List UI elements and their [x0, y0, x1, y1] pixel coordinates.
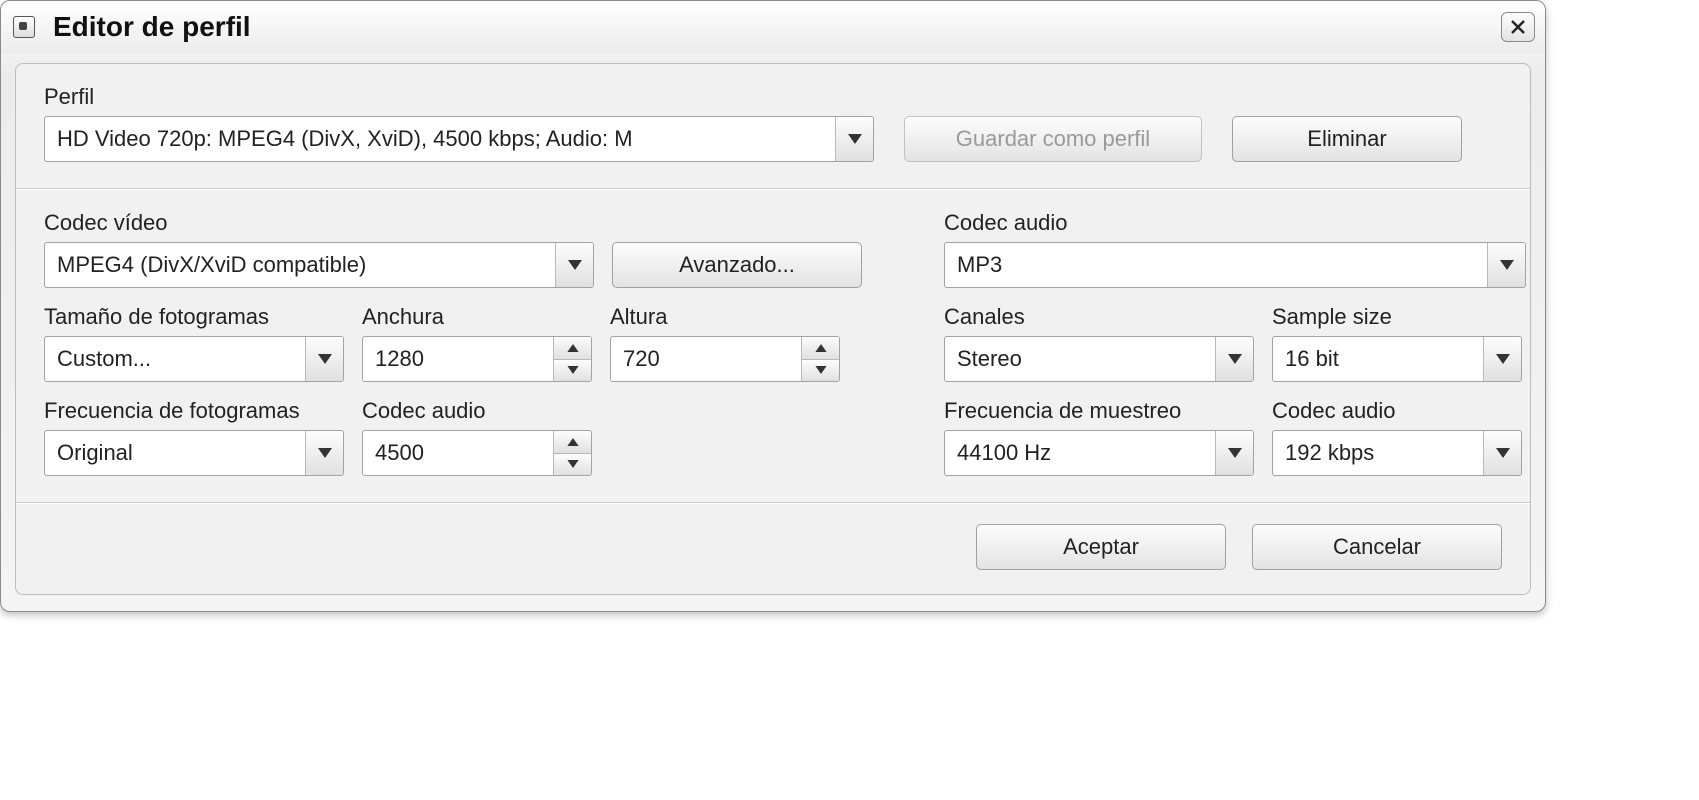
frame-size-dropdown-button[interactable] — [305, 337, 343, 381]
channels-value: Stereo — [945, 337, 1215, 381]
chevron-down-icon — [1500, 260, 1514, 270]
advanced-button[interactable]: Avanzado... — [612, 242, 862, 288]
delete-profile-button[interactable]: Eliminar — [1232, 116, 1462, 162]
video-codec-dropdown-button[interactable] — [555, 243, 593, 287]
height-label: Altura — [610, 304, 840, 330]
height-up-button[interactable] — [802, 337, 839, 359]
frame-size-label: Tamaño de fotogramas — [44, 304, 344, 330]
frame-rate-dropdown-button[interactable] — [305, 431, 343, 475]
chevron-down-icon — [1496, 448, 1510, 458]
save-as-profile-button[interactable]: Guardar como perfil — [904, 116, 1202, 162]
chevron-down-icon — [318, 354, 332, 364]
triangle-up-icon — [567, 438, 579, 446]
channels-dropdown[interactable]: Stereo — [944, 336, 1254, 382]
audio-bitrate-value: 192 kbps — [1273, 431, 1483, 475]
codec-section: Codec vídeo MPEG4 (DivX/XviD compatible)… — [16, 190, 1530, 502]
height-down-button[interactable] — [802, 359, 839, 382]
profile-dropdown-value: HD Video 720p: MPEG4 (DivX, XviD), 4500 … — [45, 117, 835, 161]
triangle-down-icon — [567, 366, 579, 374]
triangle-up-icon — [815, 344, 827, 352]
width-value: 1280 — [363, 337, 553, 381]
chevron-down-icon — [318, 448, 332, 458]
audio-codec-dropdown-button[interactable] — [1487, 243, 1525, 287]
frame-rate-dropdown[interactable]: Original — [44, 430, 344, 476]
frame-rate-value: Original — [45, 431, 305, 475]
video-codec-label: Codec vídeo — [44, 210, 594, 236]
video-bitrate-up-button[interactable] — [554, 431, 591, 453]
width-label: Anchura — [362, 304, 592, 330]
audio-codec-label: Codec audio — [944, 210, 1534, 236]
height-spinner[interactable]: 720 — [610, 336, 840, 382]
video-bitrate-label: Codec audio — [362, 398, 592, 424]
frame-size-value: Custom... — [45, 337, 305, 381]
video-codec-value: MPEG4 (DivX/XviD compatible) — [45, 243, 555, 287]
channels-dropdown-button[interactable] — [1215, 337, 1253, 381]
width-down-button[interactable] — [554, 359, 591, 382]
video-bitrate-value: 4500 — [363, 431, 553, 475]
chevron-down-icon — [1228, 354, 1242, 364]
triangle-down-icon — [567, 460, 579, 468]
video-bitrate-spinner[interactable]: 4500 — [362, 430, 592, 476]
dialog-title: Editor de perfil — [53, 11, 1501, 43]
frame-size-dropdown[interactable]: Custom... — [44, 336, 344, 382]
width-spinner[interactable]: 1280 — [362, 336, 592, 382]
audio-codec-dropdown[interactable]: MP3 — [944, 242, 1526, 288]
profile-dropdown[interactable]: HD Video 720p: MPEG4 (DivX, XviD), 4500 … — [44, 116, 874, 162]
dialog-actions: Aceptar Cancelar — [16, 504, 1530, 594]
profile-label: Perfil — [44, 84, 874, 110]
triangle-up-icon — [567, 344, 579, 352]
channels-label: Canales — [944, 304, 1254, 330]
titlebar: Editor de perfil — [1, 1, 1545, 53]
sample-rate-dropdown-button[interactable] — [1215, 431, 1253, 475]
cancel-button[interactable]: Cancelar — [1252, 524, 1502, 570]
profile-section: Perfil HD Video 720p: MPEG4 (DivX, XviD)… — [16, 64, 1530, 188]
frame-rate-label: Frecuencia de fotogramas — [44, 398, 344, 424]
chevron-down-icon — [1496, 354, 1510, 364]
video-column: Codec vídeo MPEG4 (DivX/XviD compatible)… — [44, 210, 874, 476]
profile-editor-dialog: Editor de perfil Perfil HD Video 720p: M… — [0, 0, 1546, 612]
sample-size-dropdown-button[interactable] — [1483, 337, 1521, 381]
chevron-down-icon — [848, 134, 862, 144]
sample-size-dropdown[interactable]: 16 bit — [1272, 336, 1522, 382]
close-icon — [1511, 20, 1525, 34]
sample-rate-value: 44100 Hz — [945, 431, 1215, 475]
sample-rate-dropdown[interactable]: 44100 Hz — [944, 430, 1254, 476]
dialog-content: Perfil HD Video 720p: MPEG4 (DivX, XviD)… — [15, 63, 1531, 595]
profile-dropdown-button[interactable] — [835, 117, 873, 161]
window-system-icon — [13, 16, 35, 38]
audio-codec-value: MP3 — [945, 243, 1487, 287]
audio-bitrate-dropdown[interactable]: 192 kbps — [1272, 430, 1522, 476]
close-button[interactable] — [1501, 12, 1535, 42]
triangle-down-icon — [815, 366, 827, 374]
audio-bitrate-label: Codec audio — [1272, 398, 1522, 424]
chevron-down-icon — [1228, 448, 1242, 458]
sample-rate-label: Frecuencia de muestreo — [944, 398, 1254, 424]
accept-button[interactable]: Aceptar — [976, 524, 1226, 570]
height-value: 720 — [611, 337, 801, 381]
video-codec-dropdown[interactable]: MPEG4 (DivX/XviD compatible) — [44, 242, 594, 288]
sample-size-value: 16 bit — [1273, 337, 1483, 381]
sample-size-label: Sample size — [1272, 304, 1522, 330]
chevron-down-icon — [568, 260, 582, 270]
audio-column: Codec audio MP3 Canales Stereo — [944, 210, 1534, 476]
video-bitrate-down-button[interactable] — [554, 453, 591, 476]
width-up-button[interactable] — [554, 337, 591, 359]
audio-bitrate-dropdown-button[interactable] — [1483, 431, 1521, 475]
